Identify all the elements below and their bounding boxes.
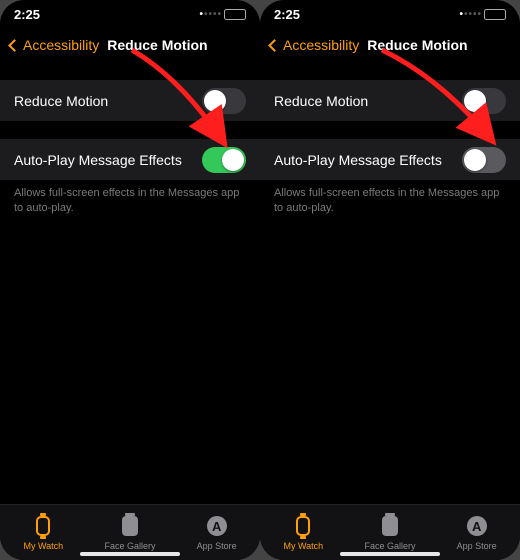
row-label: Auto-Play Message Effects bbox=[274, 152, 442, 168]
row-reduce-motion[interactable]: Reduce Motion bbox=[0, 80, 260, 121]
face-gallery-icon bbox=[382, 516, 398, 536]
app-store-icon: A bbox=[207, 516, 227, 536]
page-title: Reduce Motion bbox=[107, 37, 207, 53]
tab-label: App Store bbox=[457, 541, 497, 551]
nav-bar: Accessibility Reduce Motion bbox=[0, 28, 260, 62]
home-indicator[interactable] bbox=[80, 552, 180, 556]
back-label: Accessibility bbox=[23, 37, 99, 53]
watch-icon bbox=[296, 516, 310, 536]
tab-app-store[interactable]: A App Store bbox=[173, 505, 260, 560]
phone-right: 2:25 ••••• Accessibility Reduce Motion R… bbox=[260, 0, 520, 560]
watch-icon bbox=[36, 516, 50, 536]
row-label: Reduce Motion bbox=[274, 93, 368, 109]
toggle-reduce-motion[interactable] bbox=[202, 88, 246, 114]
clock: 2:25 bbox=[274, 7, 300, 22]
clock: 2:25 bbox=[14, 7, 40, 22]
row-label: Reduce Motion bbox=[14, 93, 108, 109]
row-reduce-motion[interactable]: Reduce Motion bbox=[260, 80, 520, 121]
status-bar: 2:25 ••••• bbox=[0, 0, 260, 28]
tab-label: My Watch bbox=[24, 541, 64, 551]
toggle-autoplay[interactable] bbox=[462, 147, 506, 173]
back-label: Accessibility bbox=[283, 37, 359, 53]
cell-signal-icon: ••••• bbox=[459, 9, 482, 20]
tab-label: Face Gallery bbox=[364, 541, 415, 551]
hint-text: Allows full-screen effects in the Messag… bbox=[0, 180, 260, 222]
comparison-stage: 2:25 ••••• Accessibility Reduce Motion R… bbox=[0, 0, 520, 560]
home-indicator[interactable] bbox=[340, 552, 440, 556]
page-title: Reduce Motion bbox=[367, 37, 467, 53]
chevron-left-icon bbox=[268, 39, 281, 52]
status-bar: 2:25 ••••• bbox=[260, 0, 520, 28]
back-button[interactable]: Accessibility bbox=[270, 37, 359, 53]
tab-label: Face Gallery bbox=[104, 541, 155, 551]
nav-bar: Accessibility Reduce Motion bbox=[260, 28, 520, 62]
tab-label: App Store bbox=[197, 541, 237, 551]
face-gallery-icon bbox=[122, 516, 138, 536]
battery-icon bbox=[484, 9, 506, 20]
app-store-icon: A bbox=[467, 516, 487, 536]
tab-label: My Watch bbox=[284, 541, 324, 551]
phone-left: 2:25 ••••• Accessibility Reduce Motion R… bbox=[0, 0, 260, 560]
tab-my-watch[interactable]: My Watch bbox=[260, 505, 347, 560]
row-autoplay[interactable]: Auto-Play Message Effects bbox=[0, 139, 260, 180]
chevron-left-icon bbox=[8, 39, 21, 52]
back-button[interactable]: Accessibility bbox=[10, 37, 99, 53]
battery-icon bbox=[224, 9, 246, 20]
cell-signal-icon: ••••• bbox=[199, 9, 222, 20]
toggle-autoplay[interactable] bbox=[202, 147, 246, 173]
tab-my-watch[interactable]: My Watch bbox=[0, 505, 87, 560]
row-label: Auto-Play Message Effects bbox=[14, 152, 182, 168]
row-autoplay[interactable]: Auto-Play Message Effects bbox=[260, 139, 520, 180]
hint-text: Allows full-screen effects in the Messag… bbox=[260, 180, 520, 222]
tab-app-store[interactable]: A App Store bbox=[433, 505, 520, 560]
toggle-reduce-motion[interactable] bbox=[462, 88, 506, 114]
